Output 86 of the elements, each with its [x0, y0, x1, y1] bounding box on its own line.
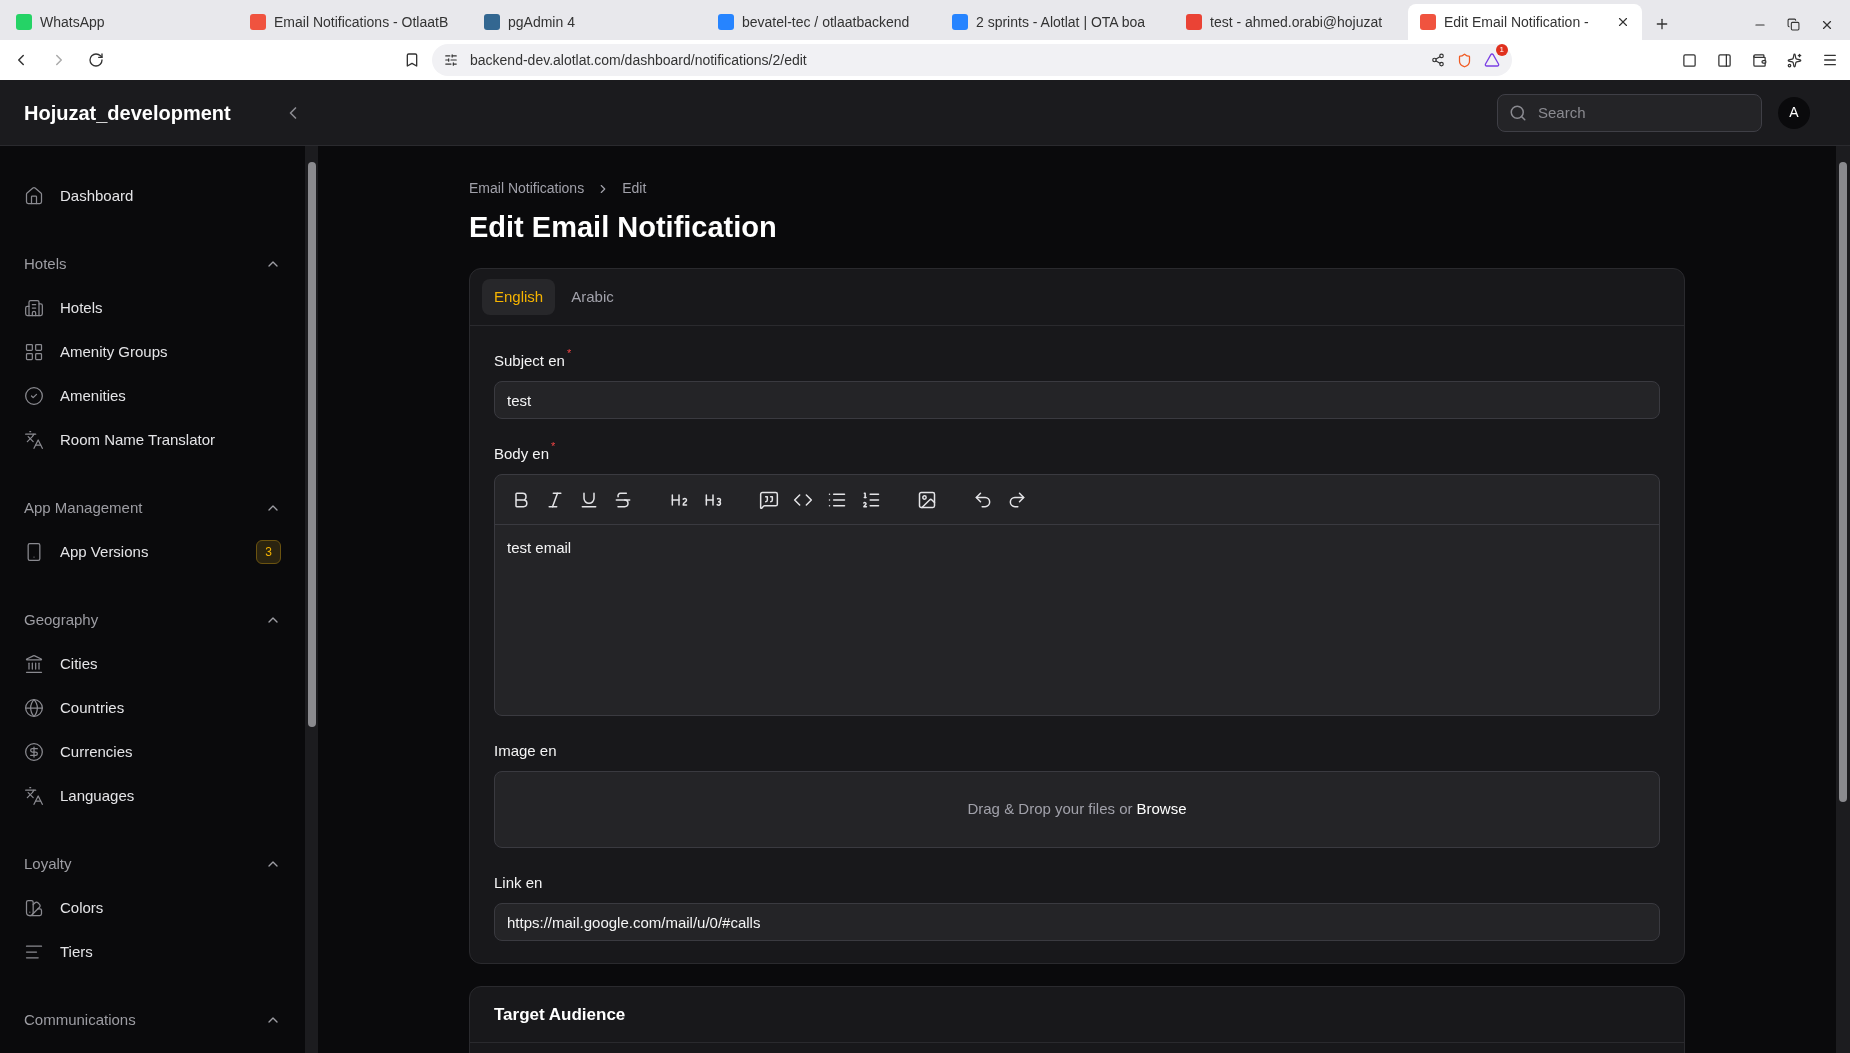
close-icon[interactable]	[1616, 15, 1630, 29]
sidebar-item[interactable]: Colors	[0, 886, 305, 930]
breadcrumb-link[interactable]: Email Notifications	[469, 178, 585, 199]
globe-icon	[24, 698, 44, 718]
image-icon[interactable]	[917, 489, 937, 510]
sidebar-icon[interactable]	[1717, 52, 1732, 68]
sidebar-item[interactable]: Room Name Translator	[0, 418, 305, 462]
sidebar-item[interactable]: Cities	[0, 642, 305, 686]
field-label: Image en	[494, 742, 557, 760]
wallet-icon[interactable]	[1752, 52, 1767, 68]
site-icon	[1186, 14, 1202, 30]
sidebar-item[interactable]: Amenity Groups	[0, 330, 305, 374]
browser-tab[interactable]: Edit Email Notification -	[1408, 4, 1642, 40]
translate-icon	[24, 430, 44, 450]
new-tab-icon[interactable]	[1654, 16, 1670, 32]
page-title: Edit Email Notification	[469, 210, 778, 245]
text-field[interactable]: test	[494, 381, 1660, 419]
site-settings-icon[interactable]	[444, 53, 458, 67]
field-label: Link en	[494, 874, 543, 892]
restore-icon[interactable]	[1787, 18, 1800, 31]
search-icon	[1509, 103, 1527, 122]
notification-badge: 1	[1495, 44, 1508, 56]
site-icon	[952, 14, 968, 30]
search-field[interactable]: Search	[1497, 93, 1762, 132]
text-field[interactable]: https://mail.google.com/mail/u/0/#calls	[494, 903, 1660, 941]
required-mark: *	[566, 348, 572, 359]
swatch-icon	[24, 898, 44, 918]
home-icon	[24, 186, 44, 206]
scrollbar[interactable]	[1836, 146, 1850, 1053]
sidebar-item[interactable]: Countries	[0, 686, 305, 730]
count-badge: 3	[256, 540, 281, 564]
sidebar-group-header[interactable]: Hotels	[0, 242, 305, 286]
scrollbar[interactable]	[305, 146, 318, 1053]
shield-icon[interactable]	[1457, 52, 1472, 68]
language-tab[interactable]: Arabic	[559, 279, 626, 315]
site-icon	[250, 14, 266, 30]
browser-tab[interactable]: WhatsApp	[4, 4, 238, 40]
sidebar-group-header[interactable]: App Management	[0, 486, 305, 530]
sidebar-item[interactable]: Dashboard	[0, 174, 305, 218]
browser-tab[interactable]: Email Notifications - OtlaatB	[238, 4, 472, 40]
editor-text: test email	[506, 538, 573, 558]
section-title: Target Audience	[494, 1003, 626, 1026]
reload-icon[interactable]	[88, 52, 104, 68]
close-icon[interactable]	[1820, 18, 1834, 32]
browser-tab[interactable]: test - ahmed.orabi@hojuzat	[1174, 4, 1408, 40]
bank-icon	[24, 654, 44, 674]
dollar-icon	[24, 742, 44, 762]
sidebar-group-header[interactable]: Geography	[0, 598, 305, 642]
sidebar-item[interactable]: Currencies	[0, 730, 305, 774]
menu-icon[interactable]	[1822, 52, 1838, 68]
building-icon	[24, 298, 44, 318]
browser-tab[interactable]: pgAdmin 4	[472, 4, 706, 40]
sidebar-item[interactable]: Languages	[0, 774, 305, 818]
dropzone-text: Drag & Drop your files or	[967, 799, 1133, 820]
browser-tab[interactable]: 2 sprints - Alotlat | OTA boa	[940, 4, 1174, 40]
field-label: Subject en	[494, 352, 565, 370]
browser-tab[interactable]: bevatel-tec / otlaatbackend	[706, 4, 940, 40]
check-circle-icon	[24, 386, 44, 406]
translate-icon	[24, 786, 44, 806]
user-avatar[interactable]: A	[1778, 96, 1810, 129]
screenshot-icon[interactable]	[1682, 52, 1697, 68]
language-tab[interactable]: English	[482, 279, 556, 315]
required-mark: *	[551, 441, 556, 452]
sidebar-group-header[interactable]: Communications	[0, 998, 305, 1042]
rich-text-editor[interactable]: test email	[494, 474, 1660, 716]
site-icon	[484, 14, 500, 30]
quote-icon[interactable]	[759, 489, 779, 510]
site-icon	[16, 14, 32, 30]
field-label: Body en	[494, 445, 550, 463]
triangle-icon[interactable]	[1484, 52, 1500, 68]
sidebar-item[interactable]: Tiers	[0, 930, 305, 974]
sidebar-group-header[interactable]: Loyalty	[0, 842, 305, 886]
sidebar-item[interactable]: Amenities	[0, 374, 305, 418]
grid-icon	[24, 342, 44, 362]
app-brand: Hojuzat_development	[24, 100, 231, 126]
sparkle-icon[interactable]	[1787, 52, 1802, 68]
address-bar[interactable]: backend-dev.alotlat.com/dashboard/notifications/2/edit 1	[432, 44, 1512, 76]
bookmark-icon[interactable]	[404, 52, 420, 68]
site-icon	[1420, 14, 1436, 30]
browse-link[interactable]: Browse	[1136, 798, 1187, 821]
sidebar-item[interactable]: Hotels	[0, 286, 305, 330]
sidebar-item[interactable]: App Versions 3	[0, 530, 305, 574]
breadcrumb-link[interactable]: Edit	[622, 178, 647, 199]
site-icon	[718, 14, 734, 30]
share-icon[interactable]	[1431, 53, 1445, 67]
file-dropzone[interactable]: Drag & Drop your files or Browse	[494, 771, 1660, 848]
